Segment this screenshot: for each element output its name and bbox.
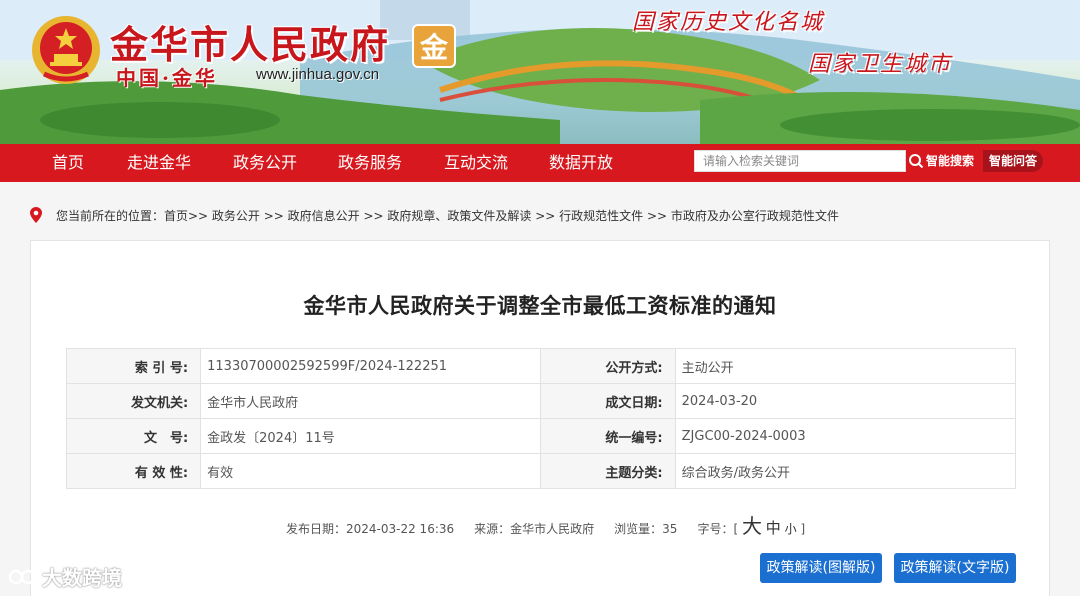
breadcrumb: 您当前所在的位置：首页>> 政务公开 >> 政府信息公开 >> 政府规章、政策文…: [30, 206, 839, 224]
site-url: www.jinhua.gov.cn: [256, 66, 380, 83]
meta-key-topic: 主题分类:: [540, 453, 676, 489]
location-pin-icon: [30, 207, 42, 223]
table-row: 发文机关: 金华市人民政府 成文日期: 2024-03-20: [65, 383, 1017, 419]
font-size-large-button[interactable]: 大: [742, 514, 762, 538]
source: 来源：金华市人民政府: [474, 522, 595, 536]
font-size-controls: 字号：[ 大 中 小 ]: [697, 510, 805, 539]
table-row: 索 引 号: 11330700002592599F/2024-122251 公开…: [65, 348, 1017, 384]
table-row: 有 效 性: 有效 主题分类: 综合政务/政务公开: [65, 453, 1017, 489]
smart-search-label: 智能搜索: [926, 154, 975, 168]
font-size-label: 字号：[: [697, 522, 739, 536]
publish-date: 发布日期：2024-03-22 16:36: [286, 522, 455, 536]
smart-search-button[interactable]: 智能搜索: [908, 150, 974, 172]
national-emblem-icon: [32, 16, 100, 84]
watermark-text: 大数跨境: [42, 566, 122, 590]
nav-item-home[interactable]: 首页: [52, 144, 84, 182]
breadcrumb-text[interactable]: 您当前所在的位置：首页>> 政务公开 >> 政府信息公开 >> 政府规章、政策文…: [56, 207, 839, 224]
slogan-health-city: 国家卫生城市: [808, 52, 953, 77]
policy-interpretation-text-button[interactable]: 政策解读(文字版): [894, 553, 1016, 583]
meta-key-issuer: 发文机关:: [65, 383, 202, 419]
meta-value-index: 11330700002592599F/2024-122251: [200, 348, 542, 384]
jin-logo-icon: 金: [412, 24, 456, 68]
nav-item-services[interactable]: 政务服务: [338, 144, 402, 182]
meta-value-written-date: 2024-03-20: [674, 383, 1017, 419]
meta-value-issuer: 金华市人民政府: [200, 383, 542, 419]
meta-value-unified-number: ZJGC00-2024-0003: [674, 418, 1017, 454]
meta-key-written-date: 成文日期:: [540, 383, 676, 419]
meta-key-doc-number: 文 号:: [65, 418, 202, 454]
document-info-line: 发布日期：2024-03-22 16:36 来源：金华市人民政府 浏览量：35 …: [286, 510, 805, 539]
meta-value-topic: 综合政务/政务公开: [674, 453, 1017, 489]
document-meta-table: 索 引 号: 11330700002592599F/2024-122251 公开…: [65, 348, 1017, 489]
smart-qa-button[interactable]: 智能问答: [983, 150, 1043, 172]
nav-item-gov-affairs[interactable]: 政务公开: [233, 144, 297, 182]
meta-key-disclosure: 公开方式:: [540, 348, 676, 384]
meta-value-doc-number: 金政发〔2024〕11号: [200, 418, 542, 454]
table-row: 文 号: 金政发〔2024〕11号 统一编号: ZJGC00-2024-0003: [65, 418, 1017, 454]
nav-item-about[interactable]: 走进金华: [127, 144, 191, 182]
view-count: 浏览量：35: [614, 522, 678, 536]
search-icon: [909, 154, 924, 169]
meta-key-index: 索 引 号:: [65, 348, 202, 384]
font-size-bracket-close: ]: [800, 522, 806, 536]
meta-value-validity: 有效: [200, 453, 542, 489]
font-size-small-button[interactable]: 小: [785, 522, 797, 536]
nav-item-interaction[interactable]: 互动交流: [444, 144, 508, 182]
font-size-medium-button[interactable]: 中: [766, 519, 781, 537]
watermark: 大数跨境: [8, 562, 122, 591]
meta-key-validity: 有 效 性:: [65, 453, 202, 489]
site-name: 金华市人民政府: [110, 22, 391, 67]
header-banner: 金华市人民政府 金 中国·金华 www.jinhua.gov.cn 国家历史文化…: [0, 0, 1080, 144]
slogan-history-city: 国家历史文化名城: [632, 10, 825, 35]
watermark-logo-icon: [8, 569, 36, 584]
policy-interpretation-graphic-button[interactable]: 政策解读(图解版): [760, 553, 882, 583]
meta-key-unified-number: 统一编号:: [540, 418, 676, 454]
nav-item-open-data[interactable]: 数据开放: [549, 144, 613, 182]
document-title: 金华市人民政府关于调整全市最低工资标准的通知: [303, 294, 777, 318]
site-subtitle: 中国·金华: [116, 66, 218, 90]
search-input[interactable]: 请输入检索关键词: [694, 150, 906, 172]
meta-value-disclosure: 主动公开: [674, 348, 1017, 384]
